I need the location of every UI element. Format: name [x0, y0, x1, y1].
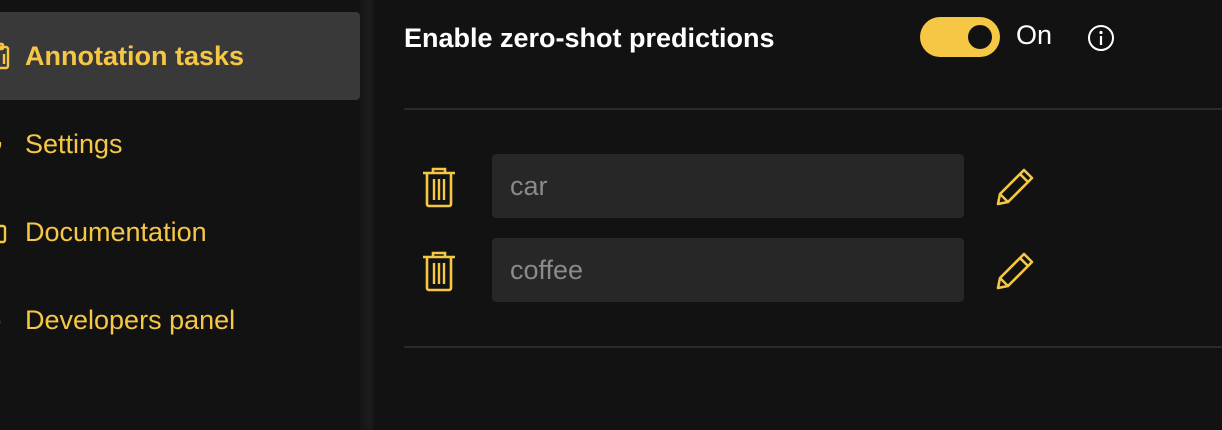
toggle-knob [968, 25, 992, 49]
pencil-icon[interactable] [992, 248, 1038, 294]
label-input[interactable] [492, 238, 964, 302]
trash-icon[interactable] [420, 166, 458, 208]
clipboard-icon [0, 42, 10, 70]
label-input[interactable] [492, 154, 964, 218]
pencil-icon[interactable] [992, 164, 1038, 210]
sidebar-item-annotation-tasks[interactable]: Annotation tasks [0, 12, 360, 100]
label-row [374, 238, 1222, 302]
main-panel: Enable zero-shot predictions On [374, 0, 1222, 430]
sidebar-item-label: Annotation tasks [25, 40, 245, 71]
sidebar-item-label: Settings [25, 128, 123, 159]
divider [404, 108, 1222, 110]
label-row [374, 154, 1222, 218]
sidebar-divider [360, 0, 374, 430]
sidebar-item-label: Developers panel [25, 304, 236, 335]
sidebar-item-documentation[interactable]: Documentation [0, 188, 360, 276]
zero-shot-toggle[interactable] [920, 17, 1000, 57]
gear-icon [0, 130, 10, 158]
trash-icon[interactable] [420, 250, 458, 292]
zero-shot-title: Enable zero-shot predictions [404, 23, 775, 53]
sidebar-item-developers-panel[interactable]: Developers panel [0, 276, 360, 364]
sidebar-item-settings[interactable]: Settings [0, 100, 360, 188]
app-root: Annotation tasks Settings Documentation [0, 0, 1222, 430]
info-icon[interactable] [1087, 24, 1115, 52]
toggle-state-label: On [1016, 20, 1053, 50]
sidebar-item-label: Documentation [25, 216, 207, 247]
book-icon [0, 218, 10, 246]
divider [404, 346, 1222, 348]
sidebar: Annotation tasks Settings Documentation [0, 0, 360, 430]
code-icon [0, 306, 10, 334]
